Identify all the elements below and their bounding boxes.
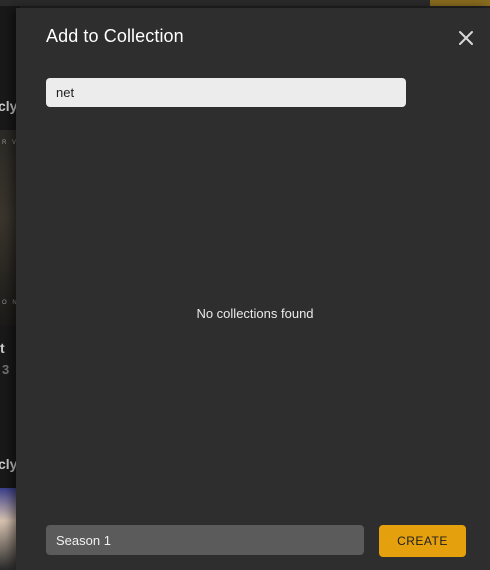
background-topbar-accent (430, 0, 490, 6)
background-row-label: cly (0, 98, 18, 114)
empty-state-message: No collections found (196, 306, 314, 321)
close-button[interactable] (456, 28, 476, 48)
background-item-meta: 3 (2, 362, 10, 377)
new-collection-name-input[interactable] (46, 525, 364, 555)
background-topbar (0, 0, 490, 6)
dialog-title: Add to Collection (46, 26, 184, 46)
add-to-collection-dialog: Add to Collection No collections found C… (16, 8, 490, 570)
background-row-label: cly (0, 456, 18, 472)
close-icon (459, 31, 473, 45)
create-button[interactable]: CREATE (379, 525, 466, 557)
background-item-title: t (0, 340, 5, 356)
collection-search-input[interactable] (46, 78, 406, 107)
